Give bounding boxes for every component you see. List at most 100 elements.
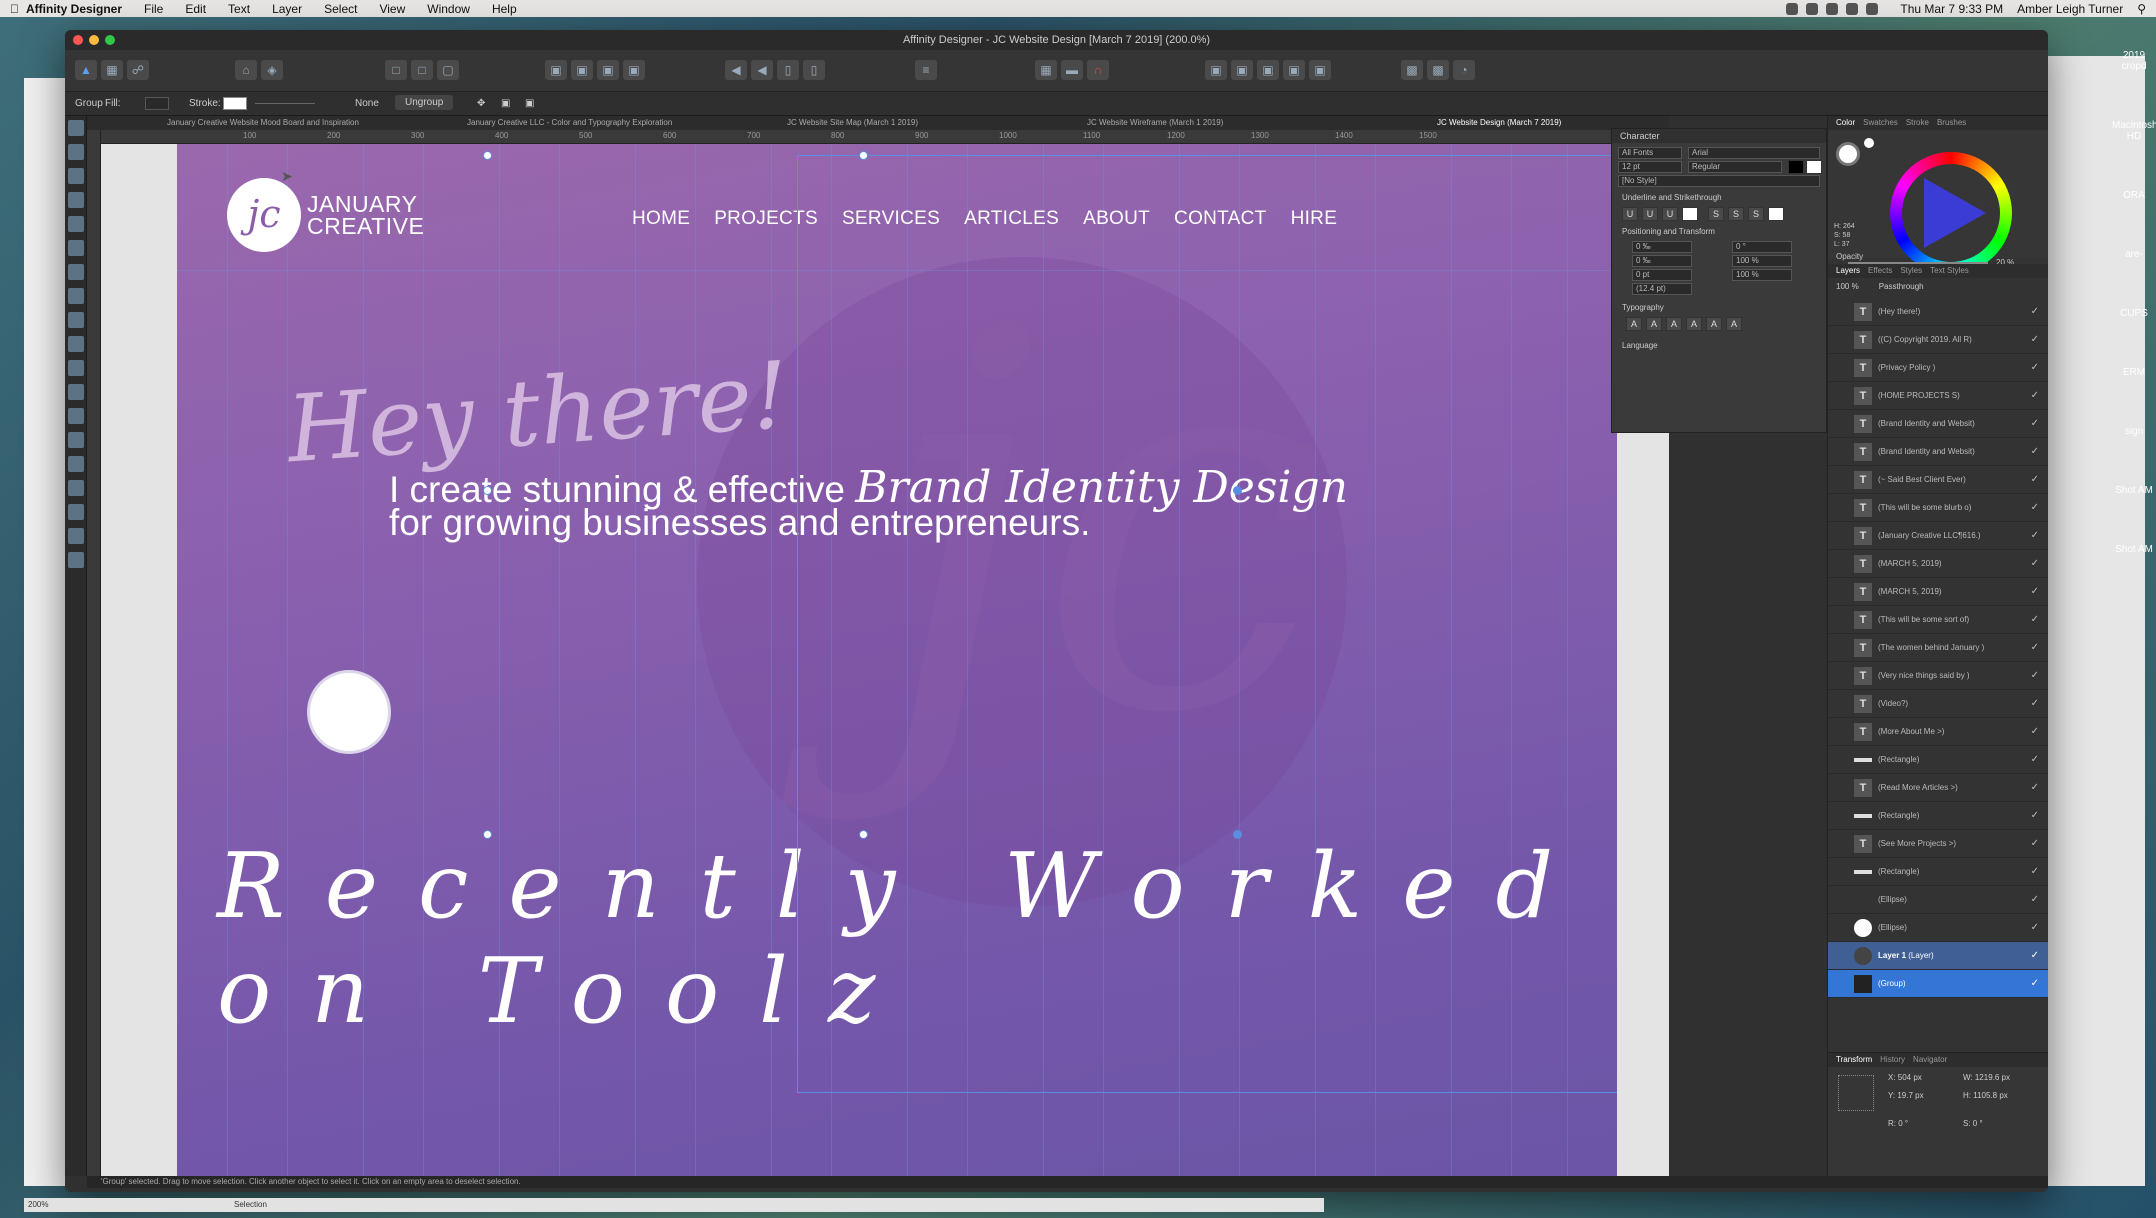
layer-visibility-check[interactable]: ✓ <box>2031 894 2039 905</box>
layer-visibility-check[interactable]: ✓ <box>2031 418 2039 429</box>
rectangle-tool-icon[interactable] <box>67 384 84 400</box>
layer-visibility-check[interactable]: ✓ <box>2031 754 2039 765</box>
layer-visibility-check[interactable]: ✓ <box>2031 866 2039 877</box>
transform-x[interactable]: 504 px <box>1898 1073 1922 1082</box>
doc-tab[interactable]: January Creative Website Mood Board and … <box>167 118 359 127</box>
boolean-subtract-icon[interactable]: ▣ <box>1231 60 1253 80</box>
layer-row[interactable]: T (~ Said Best Client Ever) ✓ <box>1828 466 2048 494</box>
fill-tool-icon[interactable] <box>67 288 84 304</box>
move-tool-icon[interactable] <box>67 120 84 136</box>
layer-visibility-check[interactable]: ✓ <box>2031 334 2039 345</box>
layer-visibility-check[interactable]: ✓ <box>2031 698 2039 709</box>
desktop-label[interactable]: CUPS <box>2112 308 2156 319</box>
strikethrough-color-swatch[interactable] <box>1768 207 1784 221</box>
selection-handle[interactable] <box>483 151 492 160</box>
nav-services[interactable]: SERVICES <box>842 208 940 230</box>
transform-objects-icon[interactable]: ▣ <box>525 98 534 109</box>
menubar-user[interactable]: Amber Leigh Turner <box>2017 2 2123 16</box>
node-tool-icon[interactable] <box>67 168 84 184</box>
layer-row-group[interactable]: (Group) ✓ <box>1828 970 2048 998</box>
layer-visibility-check[interactable]: ✓ <box>2031 306 2039 317</box>
site-logo[interactable]: jc JANUARY CREATIVE <box>227 178 424 252</box>
layer-visibility-check[interactable]: ✓ <box>2031 670 2039 681</box>
layer-visibility-check[interactable]: ✓ <box>2031 838 2039 849</box>
nav-home[interactable]: HOME <box>632 208 690 230</box>
layer-row[interactable]: T (Brand Identity and Websit) ✓ <box>1828 438 2048 466</box>
menu-text[interactable]: Text <box>228 2 250 16</box>
color-picker-tool-icon[interactable] <box>67 504 84 520</box>
kerning-field[interactable]: 0 ‰ <box>1632 255 1692 267</box>
tab-effects[interactable]: Effects <box>1868 264 1892 278</box>
artboard[interactable]: jc jc JANUARY CREATIVE HOME PROJECTS SER… <box>177 144 1617 1176</box>
tab-stroke[interactable]: Stroke <box>1906 116 1929 130</box>
snap-options-icon[interactable]: ▬ <box>1061 60 1083 80</box>
text-style-select[interactable]: [No Style] <box>1618 175 1820 187</box>
character-panel-title[interactable]: Character <box>1612 129 1826 143</box>
menu-select[interactable]: Select <box>324 2 357 16</box>
view-mode-2-icon[interactable]: □ <box>411 60 433 80</box>
corner-tool-icon[interactable] <box>67 192 84 208</box>
pencil-tool-icon[interactable] <box>67 240 84 256</box>
typography-option-icon[interactable]: A <box>1726 317 1742 331</box>
menu-app-name[interactable]: Affinity Designer <box>26 2 122 16</box>
alignment-handles-icon[interactable]: ▣ <box>501 98 510 109</box>
doc-tab-active[interactable]: JC Website Design (March 7 2019) <box>1437 118 1561 127</box>
layer-row[interactable]: T (January Creative LLC¶616.) ✓ <box>1828 522 2048 550</box>
layer-visibility-check[interactable]: ✓ <box>2031 530 2039 541</box>
zoom-tool-icon[interactable] <box>67 552 84 568</box>
tab-color[interactable]: Color <box>1836 116 1855 130</box>
underline-accounting-button[interactable]: U <box>1662 207 1678 221</box>
rotate-right-icon[interactable]: ▯ <box>803 60 825 80</box>
layer-row[interactable]: T (More About Me >) ✓ <box>1828 718 2048 746</box>
layer-row[interactable]: T (Hey there!) ✓ <box>1828 298 2048 326</box>
tab-text-styles[interactable]: Text Styles <box>1930 264 1969 278</box>
tab-history[interactable]: History <box>1880 1053 1905 1067</box>
layer-row[interactable]: (Rectangle) ✓ <box>1828 858 2048 886</box>
apple-icon[interactable]:  <box>10 2 26 16</box>
layer-row[interactable]: T (Privacy Policy ) ✓ <box>1828 354 2048 382</box>
menu-help[interactable]: Help <box>492 2 517 16</box>
layer-visibility-check[interactable]: ✓ <box>2031 502 2039 513</box>
underline-section-header[interactable]: Underline and Strikethrough <box>1622 193 1722 202</box>
white-ellipse[interactable] <box>307 670 391 754</box>
transform-y[interactable]: 19.7 px <box>1897 1091 1923 1100</box>
typography-option-icon[interactable]: A <box>1686 317 1702 331</box>
vector-brush-tool-icon[interactable] <box>67 264 84 280</box>
transform-w[interactable]: 1219.6 px <box>1975 1073 2010 1082</box>
layer-row[interactable]: T (MARCH 5, 2019) ✓ <box>1828 578 2048 606</box>
layer-opacity[interactable]: 100 % <box>1836 282 1859 294</box>
doc-tab[interactable]: January Creative LLC - Color and Typogra… <box>467 118 672 127</box>
arrange-front-icon[interactable]: ▣ <box>545 60 567 80</box>
layer-row[interactable]: (Ellipse) ✓ <box>1828 914 2048 942</box>
layer-visibility-check[interactable]: ✓ <box>2031 586 2039 597</box>
horizontal-scale-field[interactable]: 100 % <box>1732 269 1792 281</box>
font-size-field[interactable]: 12 pt <box>1618 161 1682 173</box>
layer-visibility-check[interactable]: ✓ <box>2031 362 2039 373</box>
background-window-left[interactable] <box>24 78 66 1186</box>
transparency-tool-icon[interactable] <box>67 312 84 328</box>
zoom-level[interactable]: 200% <box>28 1200 48 1209</box>
stroke-swatch[interactable] <box>223 97 247 110</box>
ellipse-tool-icon[interactable] <box>67 408 84 424</box>
designer-persona-icon[interactable]: ▲ <box>75 60 97 80</box>
battery-icon[interactable] <box>1866 2 1879 15</box>
desktop-label[interactable]: ORA <box>2112 190 2156 201</box>
rounded-rect-tool-icon[interactable] <box>67 432 84 448</box>
transform-r[interactable]: 0 ° <box>1898 1119 1908 1128</box>
layer-row[interactable]: T (This will be some sort of) ✓ <box>1828 606 2048 634</box>
font-collection-select[interactable]: All Fonts <box>1618 147 1682 159</box>
layer-visibility-check[interactable]: ✓ <box>2031 390 2039 401</box>
close-window-button[interactable] <box>73 35 83 45</box>
desktop-label[interactable]: are- <box>2112 249 2156 260</box>
layer-visibility-check[interactable]: ✓ <box>2031 614 2039 625</box>
tab-navigator[interactable]: Navigator <box>1913 1053 1947 1067</box>
text-fill-swatch[interactable] <box>1788 160 1804 174</box>
language-section-header[interactable]: Language <box>1622 341 1658 350</box>
color-triangle[interactable] <box>1924 178 1986 248</box>
baseline-field[interactable]: 0 pt <box>1632 269 1692 281</box>
align-icon[interactable]: ≡ <box>915 60 937 80</box>
boolean-add-icon[interactable]: ▣ <box>1205 60 1227 80</box>
menu-view[interactable]: View <box>379 2 405 16</box>
star-tool-icon[interactable] <box>67 456 84 472</box>
layer-row[interactable]: T (Very nice things said by ) ✓ <box>1828 662 2048 690</box>
